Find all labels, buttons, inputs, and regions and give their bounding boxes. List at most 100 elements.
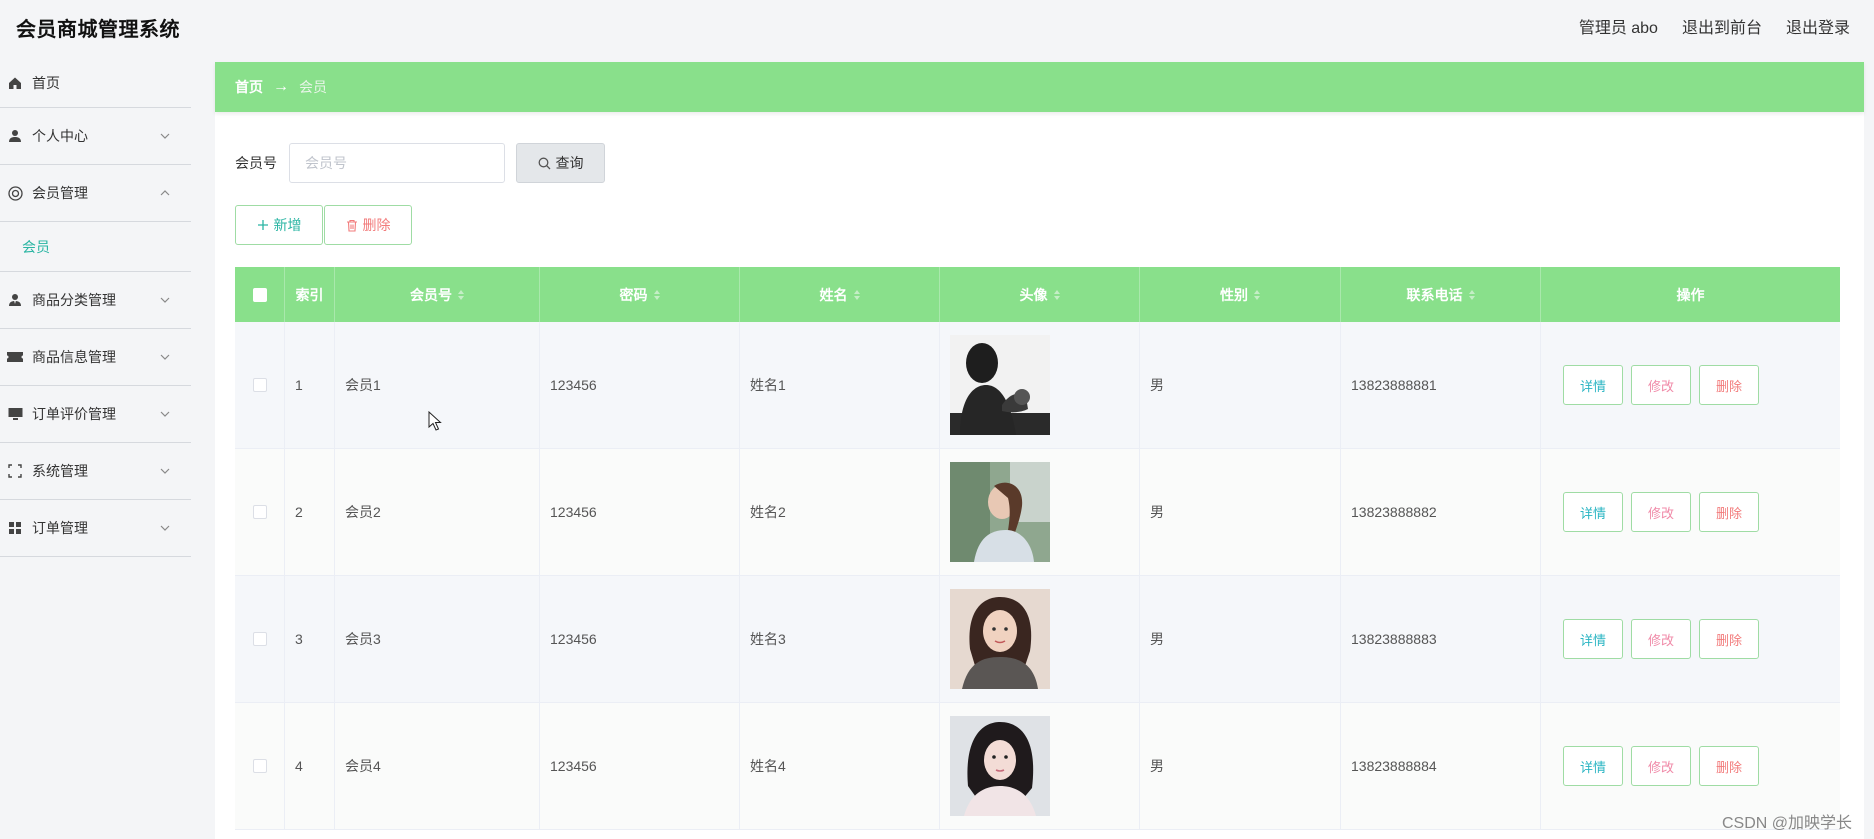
edit-button[interactable]: 修改 — [1631, 492, 1691, 532]
edit-button[interactable]: 修改 — [1631, 619, 1691, 659]
row-actions: 详情 修改 删除 — [1551, 746, 1759, 786]
sidebar-item-order-review-management[interactable]: 订单评价管理 — [0, 386, 191, 443]
header-avatar[interactable]: 头像 — [940, 267, 1140, 322]
avatar[interactable] — [950, 462, 1050, 562]
delete-button-label: 删除 — [362, 217, 391, 233]
detail-button[interactable]: 详情 — [1563, 619, 1623, 659]
ticket-icon — [6, 348, 24, 366]
action-row: 新增 删除 — [235, 205, 412, 245]
avatar[interactable] — [950, 716, 1050, 816]
edit-button[interactable]: 修改 — [1631, 746, 1691, 786]
avatar[interactable] — [950, 335, 1050, 435]
sidebar-item-label: 系统管理 — [32, 463, 88, 479]
header-name[interactable]: 姓名 — [740, 267, 940, 322]
select-all-checkbox[interactable] — [252, 287, 267, 302]
table-header: 索引 会员号 密码 姓名 头像 性别 联系电话 操作 — [235, 267, 1840, 322]
header-label: 姓名 — [819, 286, 848, 303]
cell-name: 姓名4 — [740, 703, 940, 829]
header-select-all[interactable] — [235, 267, 285, 322]
cell-operations: 详情 修改 删除 — [1541, 322, 1840, 448]
cell-member-no: 会员4 — [335, 703, 540, 829]
detail-button[interactable]: 详情 — [1563, 365, 1623, 405]
row-checkbox[interactable] — [252, 759, 267, 773]
cell-index: 2 — [285, 449, 335, 575]
header-label: 头像 — [1019, 286, 1048, 303]
cell-avatar — [940, 703, 1140, 829]
sidebar-item-label: 商品信息管理 — [32, 349, 116, 365]
delete-button[interactable]: 删除 — [1699, 365, 1759, 405]
row-checkbox[interactable] — [252, 632, 267, 646]
member-table: 索引 会员号 密码 姓名 头像 性别 联系电话 操作 1 会员1 123456 … — [235, 267, 1840, 830]
cell-phone: 13823888881 — [1341, 322, 1541, 448]
sidebar-item-product-info-management[interactable]: 商品信息管理 — [0, 329, 191, 386]
row-checkbox[interactable] — [252, 378, 267, 392]
header-password[interactable]: 密码 — [540, 267, 740, 322]
cell-operations: 详情 修改 删除 — [1541, 449, 1840, 575]
sort-icon[interactable] — [458, 289, 464, 300]
mouse-cursor-icon — [428, 411, 442, 431]
sort-icon[interactable] — [1468, 289, 1475, 300]
sidebar: 首页 个人中心 会员管理 会员 商品分类管理 商品信息管理 订单评价管理 系统管… — [0, 58, 191, 557]
sidebar-item-home[interactable]: 首页 — [0, 58, 191, 108]
sidebar-item-member-management[interactable]: 会员管理 — [0, 165, 191, 222]
cell-phone: 13823888883 — [1341, 576, 1541, 702]
edit-button[interactable]: 修改 — [1631, 365, 1691, 405]
cell-member-no: 会员3 — [335, 576, 540, 702]
breadcrumb-home-link[interactable]: 首页 — [235, 77, 263, 97]
query-button[interactable]: 查询 — [516, 143, 605, 183]
header-label: 密码 — [619, 286, 648, 303]
grid-icon — [6, 519, 24, 537]
header-gender[interactable]: 性别 — [1140, 267, 1341, 322]
sort-icon[interactable] — [653, 289, 660, 300]
sidebar-item-order-management[interactable]: 订单管理 — [0, 500, 191, 557]
chevron-down-icon — [160, 297, 170, 303]
batch-delete-button[interactable]: 删除 — [324, 205, 412, 245]
cell-name: 姓名1 — [740, 322, 940, 448]
sidebar-item-system-management[interactable]: 系统管理 — [0, 443, 191, 500]
sidebar-item-label: 个人中心 — [32, 128, 88, 144]
chevron-down-icon — [160, 525, 170, 531]
lifebuoy-icon — [6, 184, 24, 202]
sidebar-item-label: 订单评价管理 — [32, 406, 116, 422]
trash-icon — [346, 219, 357, 232]
sidebar-subitem-member[interactable]: 会员 — [0, 222, 191, 272]
row-checkbox[interactable] — [252, 505, 267, 519]
add-button[interactable]: 新增 — [235, 205, 323, 245]
cell-index: 3 — [285, 576, 335, 702]
exit-to-front-link[interactable]: 退出到前台 — [1682, 14, 1762, 38]
logout-link[interactable]: 退出登录 — [1786, 14, 1850, 38]
row-select-cell — [235, 703, 285, 829]
detail-button[interactable]: 详情 — [1563, 492, 1623, 532]
detail-button[interactable]: 详情 — [1563, 746, 1623, 786]
sidebar-item-personal-center[interactable]: 个人中心 — [0, 108, 191, 165]
sidebar-item-category-management[interactable]: 商品分类管理 — [0, 272, 191, 329]
breadcrumb-arrow-icon: → — [273, 78, 289, 95]
cell-gender: 男 — [1140, 576, 1341, 702]
user-icon — [6, 127, 24, 145]
sort-icon[interactable] — [1053, 289, 1060, 300]
sort-icon[interactable] — [853, 289, 860, 300]
header-label: 操作 — [1676, 286, 1705, 303]
cell-member-no: 会员2 — [335, 449, 540, 575]
sidebar-item-label: 订单管理 — [32, 520, 88, 536]
sort-icon[interactable] — [1254, 289, 1260, 300]
cell-gender: 男 — [1140, 703, 1341, 829]
header-label: 索引 — [295, 286, 324, 303]
delete-button[interactable]: 删除 — [1699, 746, 1759, 786]
header-phone[interactable]: 联系电话 — [1341, 267, 1541, 322]
row-select-cell — [235, 322, 285, 448]
cell-operations: 详情 修改 删除 — [1541, 576, 1840, 702]
cell-avatar — [940, 322, 1140, 448]
cell-phone: 13823888884 — [1341, 703, 1541, 829]
member-no-search-input[interactable] — [289, 143, 505, 183]
delete-button[interactable]: 删除 — [1699, 492, 1759, 532]
sidebar-item-label: 首页 — [32, 74, 60, 91]
home-icon — [6, 74, 24, 92]
row-select-cell — [235, 449, 285, 575]
cell-gender: 男 — [1140, 449, 1341, 575]
delete-button[interactable]: 删除 — [1699, 619, 1759, 659]
header-member-no[interactable]: 会员号 — [335, 267, 540, 322]
search-row: 会员号 查询 — [235, 143, 605, 183]
avatar[interactable] — [950, 589, 1050, 689]
user-tie-icon — [6, 291, 24, 309]
